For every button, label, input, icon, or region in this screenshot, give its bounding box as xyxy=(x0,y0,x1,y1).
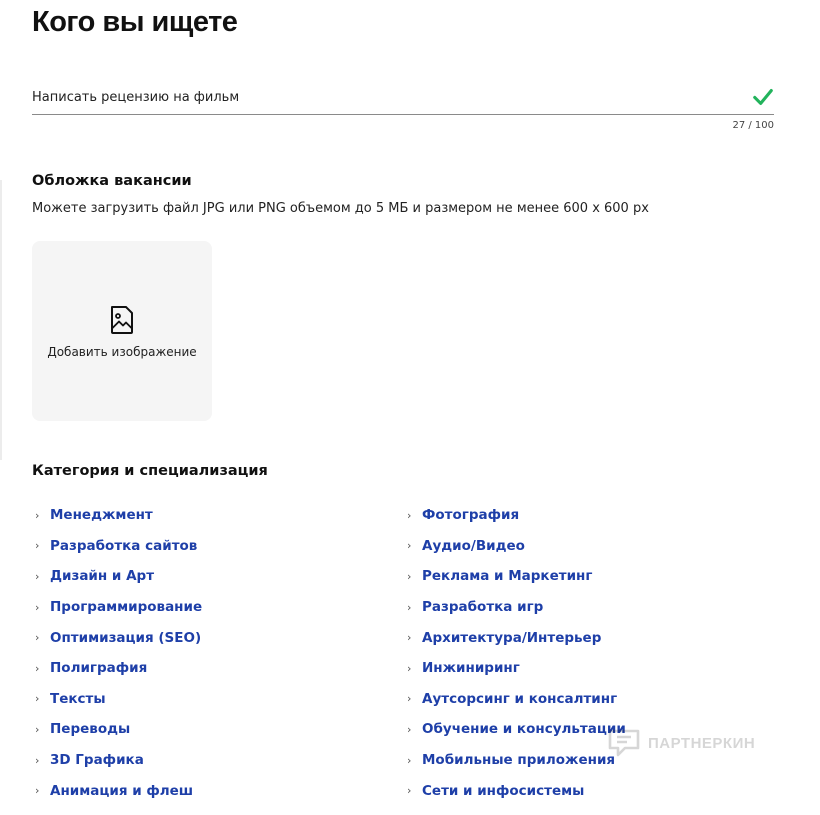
char-counter: 27 / 100 xyxy=(732,120,774,131)
category-link[interactable]: › Аутсорсинг и консалтинг xyxy=(404,684,626,715)
category-label[interactable]: Сети и инфосистемы xyxy=(422,783,584,799)
category-link[interactable]: › Переводы xyxy=(32,714,202,745)
category-link[interactable]: › Полиграфия xyxy=(32,653,202,684)
chevron-right-icon: › xyxy=(407,661,412,675)
chevron-right-icon: › xyxy=(35,569,40,583)
chevron-right-icon: › xyxy=(35,661,40,675)
category-column-left: › Менеджмент › Разработка сайтов › Дизайн и А… xyxy=(32,500,202,806)
category-label[interactable]: Оптимизация (SEO) xyxy=(50,630,201,646)
cover-hint: Можете загрузить файл JPG или PNG объемо… xyxy=(32,201,649,216)
category-label[interactable]: Мобильные приложения xyxy=(422,752,615,768)
category-link[interactable]: › 3D Графика xyxy=(32,745,202,776)
chevron-right-icon: › xyxy=(35,508,40,522)
chevron-right-icon: › xyxy=(407,600,412,614)
category-link[interactable]: › Мобильные приложения xyxy=(404,745,626,776)
category-link[interactable]: › Аудио/Видео xyxy=(404,531,626,562)
vacancy-title-input[interactable]: Написать рецензию на фильм xyxy=(32,86,774,115)
category-link[interactable]: › Программирование xyxy=(32,592,202,623)
page-title: Кого вы ищете xyxy=(32,6,238,38)
watermark-logo-icon xyxy=(608,729,640,757)
category-label[interactable]: Менеджмент xyxy=(50,507,153,523)
category-link[interactable]: › Обучение и консультации xyxy=(404,714,626,745)
category-link[interactable]: › Инжиниринг xyxy=(404,653,626,684)
vacancy-title-value[interactable]: Написать рецензию на фильм xyxy=(32,89,239,111)
category-label[interactable]: Программирование xyxy=(50,599,202,615)
category-label[interactable]: Полиграфия xyxy=(50,660,147,676)
add-image-label: Добавить изображение xyxy=(47,345,197,359)
category-label[interactable]: Аутсорсинг и консалтинг xyxy=(422,691,617,707)
chevron-right-icon: › xyxy=(35,753,40,767)
chevron-right-icon: › xyxy=(407,631,412,645)
category-label[interactable]: Разработка игр xyxy=(422,599,543,615)
category-link[interactable]: › Архитектура/Интерьер xyxy=(404,622,626,653)
category-link[interactable]: › Разработка игр xyxy=(404,592,626,623)
chevron-right-icon: › xyxy=(407,722,412,736)
category-label[interactable]: Обучение и консультации xyxy=(422,721,626,737)
category-label[interactable]: Переводы xyxy=(50,721,130,737)
watermark: ПАРТНЕРКИН xyxy=(608,728,755,758)
category-label[interactable]: Анимация и флеш xyxy=(50,783,193,799)
category-link[interactable]: › Реклама и Маркетинг xyxy=(404,561,626,592)
category-column-right: › Фотография › Аудио/Видео › Реклама и Маркет… xyxy=(404,500,626,806)
chevron-right-icon: › xyxy=(407,539,412,553)
category-link[interactable]: › Менеджмент xyxy=(32,500,202,531)
category-link[interactable]: › Разработка сайтов xyxy=(32,531,202,562)
chevron-right-icon: › xyxy=(407,692,412,706)
chevron-right-icon: › xyxy=(35,692,40,706)
category-link[interactable]: › Сети и инфосистемы xyxy=(404,775,626,806)
category-label[interactable]: Разработка сайтов xyxy=(50,538,197,554)
watermark-text: ПАРТНЕРКИН xyxy=(648,734,756,752)
category-link[interactable]: › Тексты xyxy=(32,684,202,715)
category-label[interactable]: Дизайн и Арт xyxy=(50,568,154,584)
image-file-icon xyxy=(111,306,133,334)
vacancy-form: Кого вы ищете Написать рецензию на фильм… xyxy=(0,0,820,815)
chevron-right-icon: › xyxy=(35,600,40,614)
category-label[interactable]: Аудио/Видео xyxy=(422,538,525,554)
chevron-right-icon: › xyxy=(407,784,412,798)
chevron-right-icon: › xyxy=(407,753,412,767)
chevron-right-icon: › xyxy=(35,722,40,736)
category-link[interactable]: › Оптимизация (SEO) xyxy=(32,622,202,653)
category-link[interactable]: › Анимация и флеш xyxy=(32,775,202,806)
check-icon xyxy=(753,89,773,105)
add-image-button[interactable]: Добавить изображение xyxy=(32,241,212,421)
category-label[interactable]: Тексты xyxy=(50,691,106,707)
cover-heading: Обложка вакансии xyxy=(32,173,192,189)
category-label[interactable]: 3D Графика xyxy=(50,752,144,768)
left-edge-divider xyxy=(0,180,2,460)
category-label[interactable]: Архитектура/Интерьер xyxy=(422,630,601,646)
category-label[interactable]: Фотография xyxy=(422,507,519,523)
chevron-right-icon: › xyxy=(35,784,40,798)
chevron-right-icon: › xyxy=(407,569,412,583)
category-label[interactable]: Реклама и Маркетинг xyxy=(422,568,592,584)
chevron-right-icon: › xyxy=(35,631,40,645)
category-heading: Категория и специализация xyxy=(32,463,268,479)
category-link[interactable]: › Дизайн и Арт xyxy=(32,561,202,592)
category-label[interactable]: Инжиниринг xyxy=(422,660,520,676)
category-link[interactable]: › Фотография xyxy=(404,500,626,531)
chevron-right-icon: › xyxy=(35,539,40,553)
chevron-right-icon: › xyxy=(407,508,412,522)
